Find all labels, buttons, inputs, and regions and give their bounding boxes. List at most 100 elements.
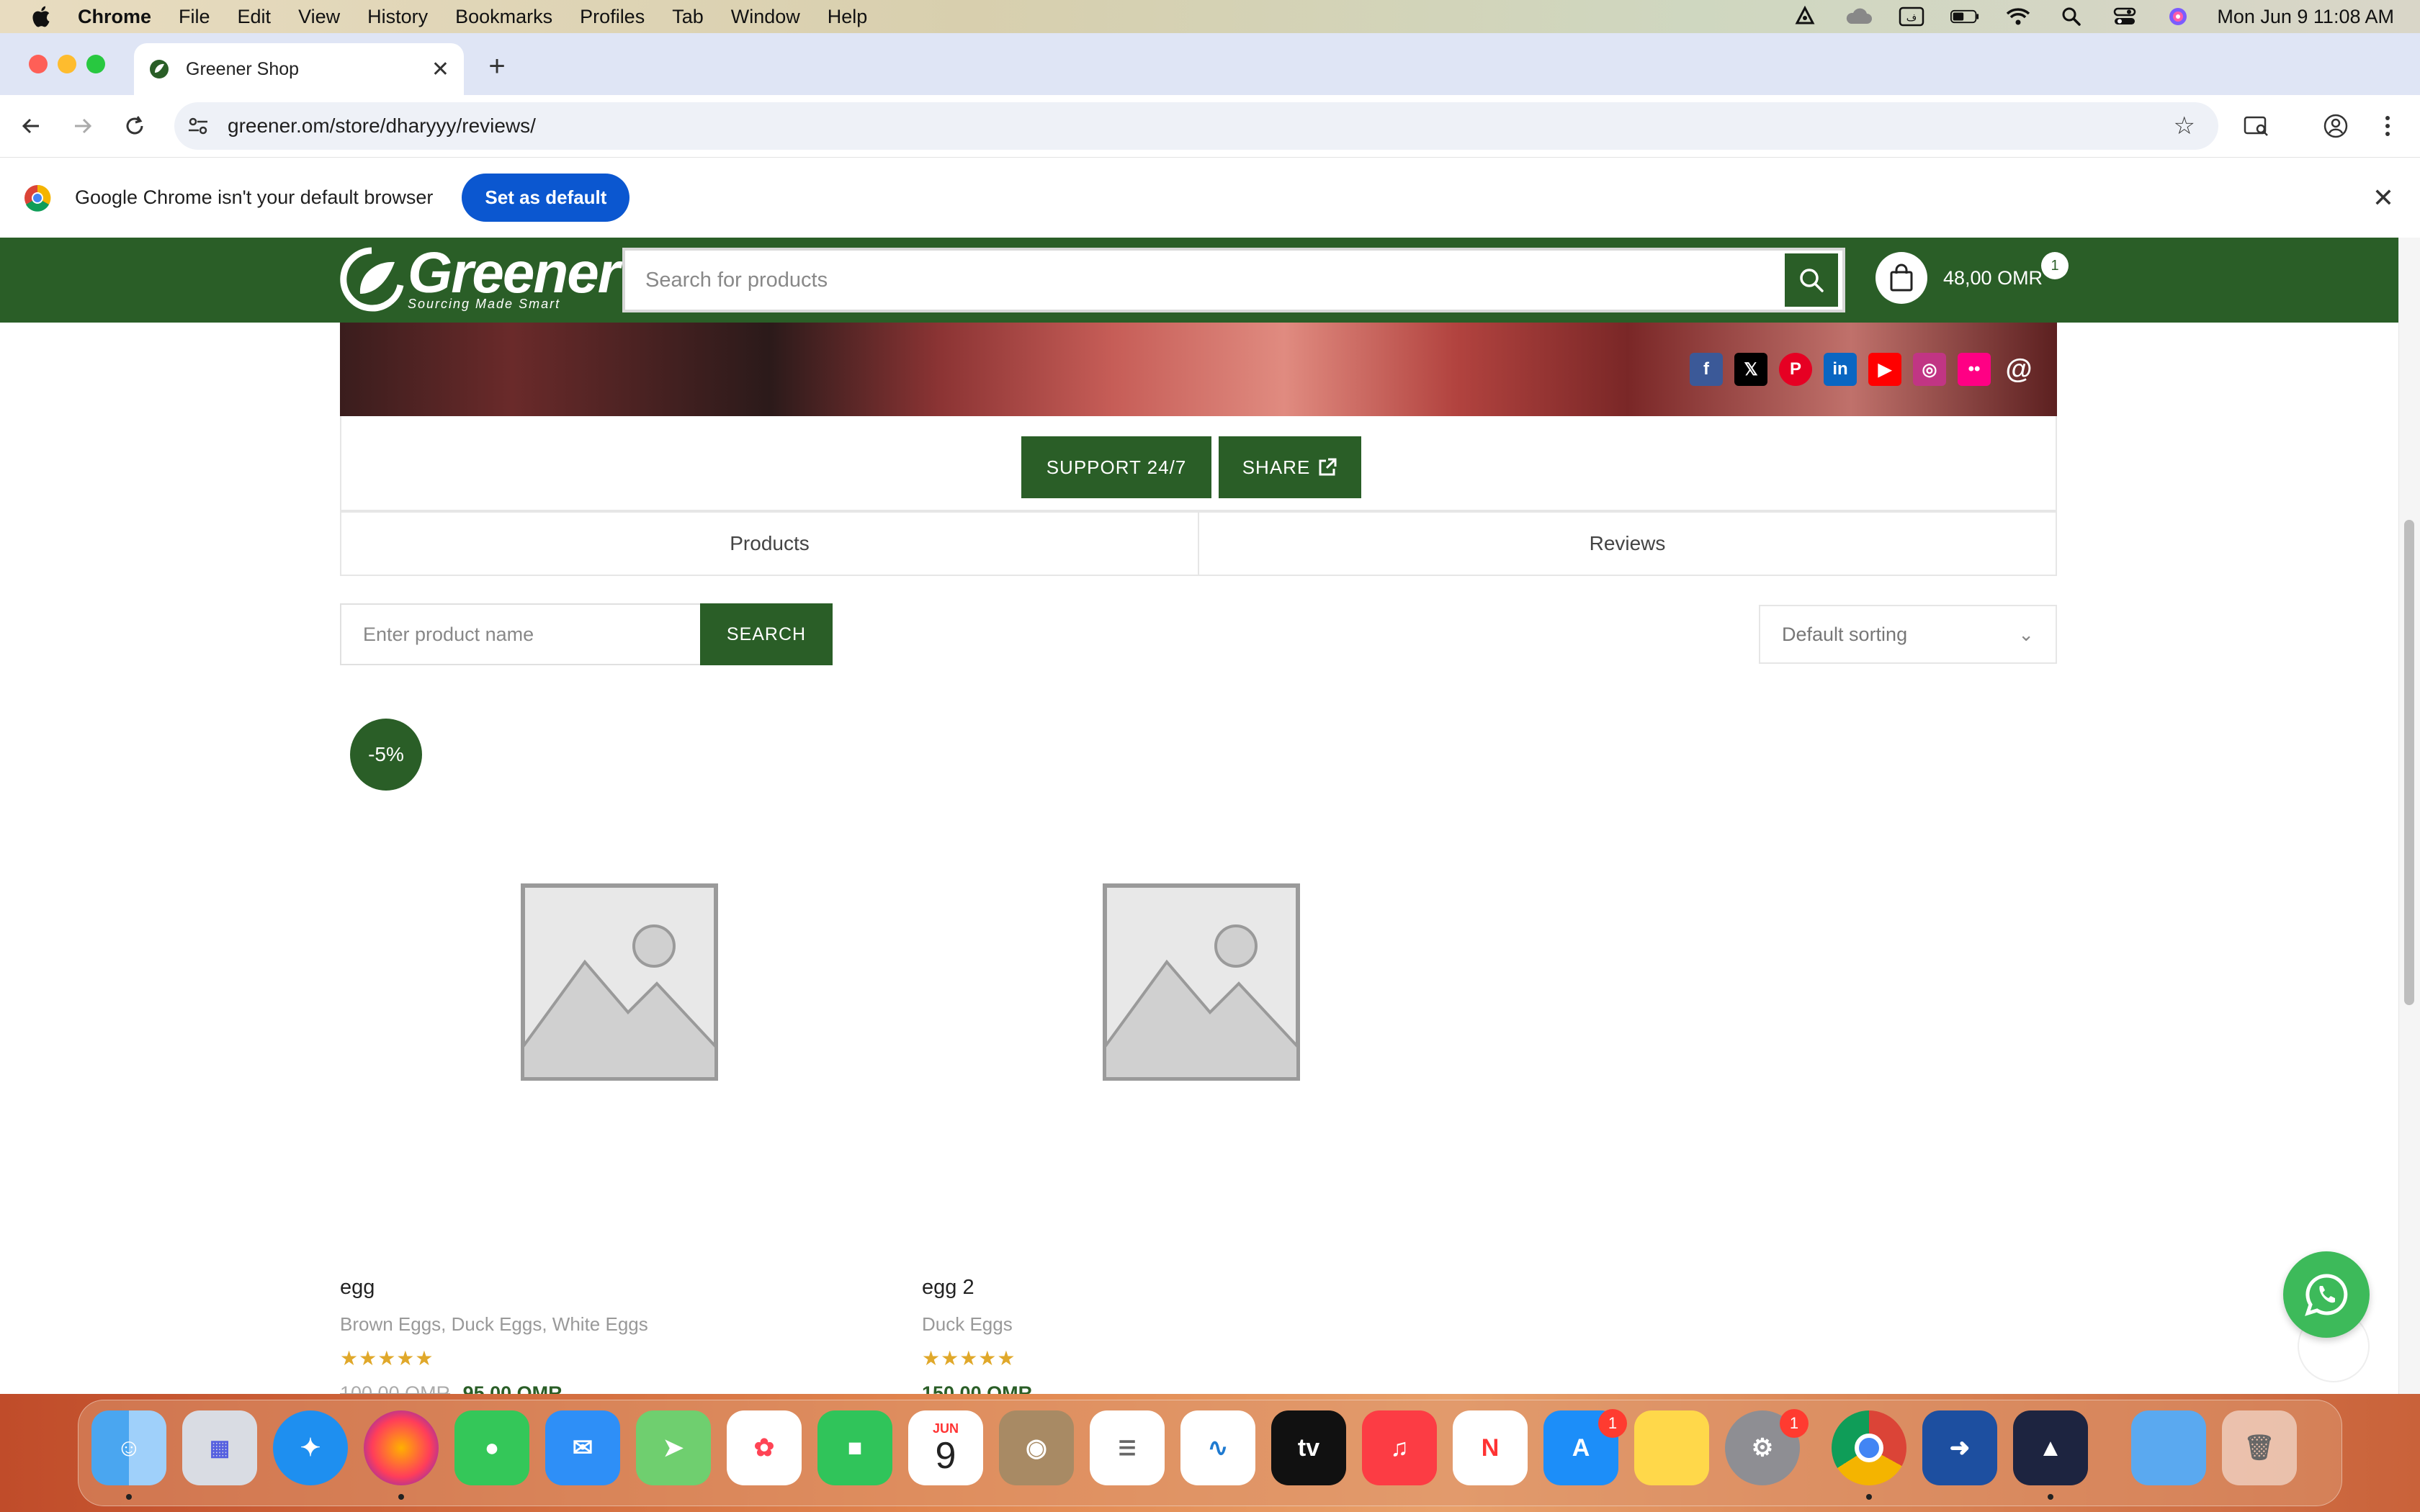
forward-icon[interactable] (68, 111, 98, 141)
facetime-icon[interactable]: ■ (817, 1410, 892, 1485)
product-categories[interactable]: Brown Eggs, Duck Eggs, White Eggs (340, 1313, 648, 1336)
flickr-icon[interactable]: •• (1958, 353, 1991, 386)
apple-tv-icon[interactable]: tv (1271, 1410, 1346, 1485)
settings-badge: 1 (1780, 1409, 1809, 1438)
tab-products[interactable]: Products (341, 513, 1199, 575)
migration-assistant-icon[interactable]: ➜ (1922, 1410, 1997, 1485)
vpn-status-icon[interactable] (1791, 6, 1819, 27)
tab-greener-shop[interactable]: Greener Shop ✕ (134, 43, 464, 95)
photos-icon[interactable]: ✿ (727, 1410, 802, 1485)
downloads-folder-icon[interactable] (2131, 1410, 2206, 1485)
address-bar[interactable]: greener.om/store/dharyyy/reviews/ ☆ (174, 102, 2218, 150)
product-title[interactable]: egg 2 (922, 1276, 974, 1300)
safari-icon[interactable]: ✦ (273, 1410, 348, 1485)
firefox-icon[interactable] (364, 1410, 439, 1485)
chrome-dock-icon[interactable] (1832, 1410, 1906, 1485)
placeholder-image-icon[interactable] (520, 883, 719, 1081)
messages-icon[interactable]: ● (454, 1410, 529, 1485)
spotlight-search-icon[interactable] (2057, 6, 2086, 27)
tab-reviews[interactable]: Reviews (1199, 513, 2056, 575)
product-name-input[interactable]: Enter product name (340, 603, 702, 665)
back-icon[interactable] (16, 111, 46, 141)
search-input[interactable]: Search for products (625, 269, 1785, 292)
placeholder-image-icon[interactable] (1102, 883, 1301, 1081)
menu-profiles[interactable]: Profiles (580, 6, 645, 28)
contacts-icon[interactable]: ◉ (999, 1410, 1074, 1485)
menu-window[interactable]: Window (731, 6, 800, 28)
maximize-window-button[interactable] (86, 55, 105, 73)
sorting-select[interactable]: Default sorting ⌄ (1759, 605, 2057, 664)
product-search-button[interactable]: SEARCH (700, 603, 833, 665)
notes-icon[interactable] (1634, 1410, 1709, 1485)
social-links: f 𝕏 P in ▶ ◎ •• @ (1690, 353, 2035, 386)
cart-widget[interactable]: 48,00 OMR 1 (1876, 252, 2069, 304)
search-icon (1800, 269, 1824, 292)
scrollbar-thumb[interactable] (2404, 520, 2414, 1005)
tab-search-icon[interactable] (2241, 111, 2272, 141)
new-tab-button[interactable]: + (483, 50, 511, 83)
browser-toolbar: greener.om/store/dharyyy/reviews/ ☆ (0, 95, 2420, 157)
menu-history[interactable]: History (367, 6, 428, 28)
cloud-icon[interactable] (1844, 6, 1873, 27)
running-indicator (126, 1494, 132, 1500)
app-store-icon[interactable]: A 1 (1543, 1409, 1627, 1485)
menu-app-name[interactable]: Chrome (78, 6, 151, 28)
menu-edit[interactable]: Edit (238, 6, 272, 28)
greener-logo[interactable]: Greener Sourcing Made Smart (339, 243, 620, 318)
linkedin-icon[interactable]: in (1824, 353, 1857, 386)
bookmark-star-icon[interactable]: ☆ (2174, 112, 2195, 140)
site-info-icon[interactable] (186, 114, 210, 138)
battery-icon[interactable] (1950, 6, 1979, 27)
reload-icon[interactable] (120, 111, 150, 141)
wifi-icon[interactable] (2004, 6, 2033, 27)
launchpad-icon[interactable]: ▦ (182, 1410, 257, 1485)
apple-icon[interactable] (29, 4, 52, 29)
vpn-app-icon[interactable]: ▲ (2013, 1410, 2088, 1485)
siri-icon[interactable] (2164, 6, 2192, 27)
support-button[interactable]: SUPPORT 24/7 (1021, 436, 1211, 498)
system-settings-icon[interactable]: ⚙ 1 (1725, 1409, 1809, 1485)
url-text[interactable]: greener.om/store/dharyyy/reviews/ (228, 114, 2174, 138)
close-infobar-icon[interactable]: ✕ (2372, 183, 2394, 213)
news-icon[interactable]: N (1453, 1410, 1528, 1485)
clock[interactable]: Mon Jun 9 11:08 AM (2217, 6, 2394, 28)
maps-icon[interactable]: ➤ (636, 1410, 711, 1485)
menu-file[interactable]: File (179, 6, 210, 28)
trash-icon[interactable]: 🗑 (2222, 1410, 2297, 1485)
close-window-button[interactable] (29, 55, 48, 73)
pinterest-icon[interactable]: P (1779, 353, 1812, 386)
close-tab-icon[interactable]: ✕ (431, 57, 449, 82)
profile-icon[interactable] (2321, 111, 2351, 141)
control-center-icon[interactable] (2110, 6, 2139, 27)
finder-icon[interactable]: ☺ (91, 1410, 166, 1485)
menu-bookmarks[interactable]: Bookmarks (455, 6, 552, 28)
youtube-icon[interactable]: ▶ (1868, 353, 1901, 386)
default-browser-infobar: Google Chrome isn't your default browser… (0, 157, 2420, 238)
product-price: 100,00 OMR 95,00 OMR (340, 1382, 563, 1394)
greener-favicon-icon (150, 60, 169, 78)
x-icon[interactable]: 𝕏 (1734, 353, 1767, 386)
threads-icon[interactable]: @ (2002, 353, 2035, 386)
cart-total: 48,00 OMR (1943, 266, 2043, 289)
menu-help[interactable]: Help (828, 6, 868, 28)
facebook-icon[interactable]: f (1690, 353, 1723, 386)
search-button[interactable] (1785, 253, 1838, 307)
menu-tab[interactable]: Tab (672, 6, 704, 28)
share-button[interactable]: SHARE (1219, 436, 1361, 498)
reminders-icon[interactable]: ☰ (1090, 1410, 1165, 1485)
music-icon[interactable]: ♫ (1362, 1410, 1437, 1485)
menu-view[interactable]: View (298, 6, 340, 28)
freeform-icon[interactable]: ∿ (1180, 1410, 1255, 1485)
set-as-default-button[interactable]: Set as default (462, 174, 630, 222)
rating-stars: ★★★★★ (922, 1347, 1016, 1369)
instagram-icon[interactable]: ◎ (1913, 353, 1946, 386)
chrome-menu-icon[interactable] (2372, 111, 2403, 141)
whatsapp-chat-button[interactable] (2283, 1251, 2370, 1338)
minimize-window-button[interactable] (58, 55, 76, 73)
mail-icon[interactable]: ✉ (545, 1410, 620, 1485)
product-price: 150,00 OMR (922, 1382, 1033, 1394)
keyboard-input-icon[interactable]: ف (1897, 6, 1926, 27)
product-categories[interactable]: Duck Eggs (922, 1313, 1013, 1336)
calendar-icon[interactable]: JUN 9 (908, 1410, 983, 1485)
product-title[interactable]: egg (340, 1276, 375, 1300)
